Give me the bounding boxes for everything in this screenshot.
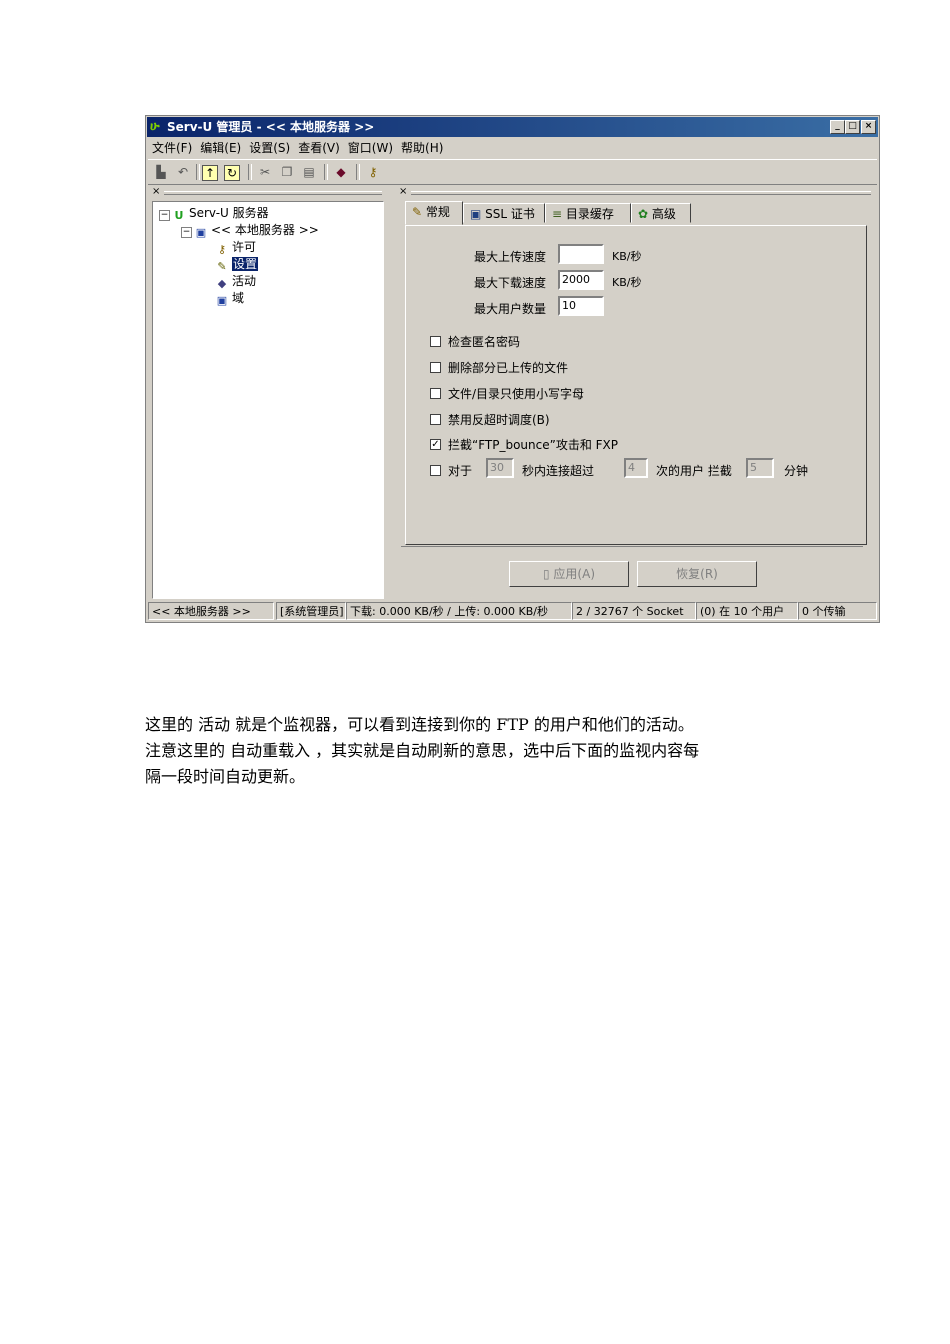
caption-line-3: 隔一段时间自动更新。 — [145, 767, 306, 786]
tab-dir-cache[interactable]: ≡ 目录缓存 — [545, 203, 631, 223]
delete-partial-label: 删除部分已上传的文件 — [448, 361, 569, 375]
tree-root[interactable]: − U Serv-U 服务器 — [159, 205, 269, 222]
max-upload-label: 最大上传速度 — [474, 250, 547, 264]
lowercase-checkbox[interactable] — [430, 388, 441, 399]
block-bounce-checkbox[interactable]: ✓ — [430, 439, 441, 450]
general-panel: 最大上传速度 KB/秒 最大下载速度 2000 KB/秒 最大用户数量 10 检… — [405, 225, 867, 545]
times-text: 次的用户 拦截 — [656, 464, 732, 478]
collapse-icon[interactable]: − — [181, 227, 192, 238]
status-users: (0) 在 10 个用户 — [696, 602, 798, 620]
tree-item-settings[interactable]: ✎ 设置 — [215, 256, 259, 273]
disable-anti-timeout-label: 禁用反超时调度(B) — [448, 413, 550, 427]
serv-u-logo-icon: U — [174, 209, 184, 222]
domain-icon: ▣ — [216, 294, 228, 307]
paste-icon[interactable]: ▤ — [300, 163, 318, 181]
tree-item-domain[interactable]: ▣ 域 — [215, 290, 244, 307]
menu-bar: 文件(F) 编辑(E) 设置(S) 查看(V) 窗口(W) 帮助(H) — [148, 138, 877, 158]
max-download-unit: KB/秒 — [612, 276, 642, 289]
activity-icon: ◆ — [217, 277, 227, 290]
seconds-input[interactable]: 30 — [486, 458, 514, 478]
toolbar: ▙ ↶ ↑ ↻ ✂ ❐ ▤ ◆ ⚷ — [148, 159, 877, 185]
tab-ssl[interactable]: ▣ SSL 证书 — [463, 203, 545, 223]
close-button[interactable]: × — [861, 120, 876, 134]
undo-icon[interactable]: ↶ — [174, 163, 192, 181]
menu-settings[interactable]: 设置(S) — [249, 141, 290, 155]
disable-anti-timeout-checkbox[interactable] — [430, 414, 441, 425]
left-pane-close-icon[interactable]: × — [152, 187, 160, 197]
status-transfers: 0 个传输 — [798, 602, 877, 620]
minutes-text: 分钟 — [784, 464, 809, 478]
lowercase-label: 文件/目录只使用小写字母 — [448, 387, 585, 401]
collapse-icon[interactable]: − — [159, 210, 170, 221]
status-speed: 下载: 0.000 KB/秒 / 上传: 0.000 KB/秒 — [346, 602, 572, 620]
block-flood-checkbox[interactable] — [430, 465, 441, 476]
check-anon-checkbox[interactable] — [430, 336, 441, 347]
tree-item-license[interactable]: ⚷ 许可 — [215, 239, 256, 256]
computer-icon: ▣ — [195, 226, 207, 239]
menu-view[interactable]: 查看(V) — [298, 141, 340, 155]
cache-icon: ≡ — [552, 207, 566, 221]
settings-icon: ✎ — [217, 260, 227, 273]
serv-u-window: ሁ Serv-U 管理员 - << 本地服务器 >> _ □ × 文件(F) 编辑… — [145, 115, 880, 623]
status-admin: [系统管理员] — [276, 602, 346, 620]
tab-general[interactable]: ✎ 常规 — [405, 201, 463, 225]
delete-partial-checkbox[interactable] — [430, 362, 441, 373]
certificate-icon: ▣ — [470, 207, 486, 221]
right-pane-close-icon[interactable]: × — [399, 187, 407, 197]
title-bar: ሁ Serv-U 管理员 - << 本地服务器 >> _ □ × — [147, 117, 878, 137]
caption-line-2: 注意这里的 自动重载入 ，其实就是自动刷新的意思，选中后下面的监视内容每 — [145, 741, 700, 760]
minutes-input[interactable]: 5 — [746, 458, 774, 478]
key-icon: ⚷ — [217, 243, 227, 256]
check-anon-label: 检查匿名密码 — [448, 335, 521, 349]
tree-item-activity[interactable]: ◆ 活动 — [215, 273, 256, 290]
up-folder-icon[interactable]: ↑ — [202, 165, 218, 181]
status-bar: << 本地服务器 >> [系统管理员] 下载: 0.000 KB/秒 / 上传:… — [148, 601, 877, 621]
apply-button[interactable]: ▯ 应用(A) — [509, 561, 629, 587]
max-upload-input[interactable] — [558, 244, 604, 264]
menu-window[interactable]: 窗口(W) — [348, 141, 393, 155]
pencil-icon: ✎ — [412, 205, 426, 219]
seconds-text: 秒内连接超过 — [522, 464, 595, 478]
block-bounce-label: 拦截“FTP_bounce”攻击和 FXP — [448, 438, 619, 452]
times-input[interactable]: 4 — [624, 458, 648, 478]
server-tree: − U Serv-U 服务器 − ▣ << 本地服务器 >> ⚷ 许可 ✎ 设置 ◆ 活动 ▣… — [152, 201, 384, 599]
help-icon[interactable]: ⚷ — [364, 163, 382, 181]
max-download-input[interactable]: 2000 — [558, 270, 604, 290]
minimize-button[interactable]: _ — [830, 120, 845, 134]
save-icon[interactable]: ▙ — [152, 163, 170, 181]
menu-help[interactable]: 帮助(H) — [401, 141, 443, 155]
restore-button[interactable]: 恢复(R) — [637, 561, 757, 587]
serv-u-logo-icon: ሁ — [150, 119, 160, 134]
status-sockets: 2 / 32767 个 Socket — [572, 602, 696, 620]
caption-line-1: 这里的 活动 就是个监视器，可以看到连接到你的 FTP 的用户和他们的活动。 — [145, 715, 694, 734]
cut-icon[interactable]: ✂ — [256, 163, 274, 181]
button-row: ▯ 应用(A) 恢复(R) — [401, 546, 863, 593]
max-upload-unit: KB/秒 — [612, 250, 642, 263]
window-title: Serv-U 管理员 - << 本地服务器 >> — [167, 120, 375, 134]
refresh-icon[interactable]: ↻ — [224, 165, 240, 181]
max-users-label: 最大用户数量 — [474, 302, 547, 316]
max-users-input[interactable]: 10 — [558, 296, 604, 316]
maximize-button[interactable]: □ — [845, 120, 860, 134]
advanced-icon: ✿ — [638, 207, 652, 221]
copy-icon[interactable]: ❐ — [278, 163, 296, 181]
book-icon[interactable]: ◆ — [332, 163, 350, 181]
menu-file[interactable]: 文件(F) — [152, 141, 192, 155]
tree-server[interactable]: − ▣ << 本地服务器 >> — [181, 222, 319, 239]
save-icon: ▯ — [543, 567, 554, 581]
max-download-label: 最大下载速度 — [474, 276, 547, 290]
menu-edit[interactable]: 编辑(E) — [200, 141, 241, 155]
settings-pane: ✎ 常规 ▣ SSL 证书 ≡ 目录缓存 ✿ 高级 最大上传速度 KB/秒 最大… — [391, 201, 869, 597]
tab-advanced[interactable]: ✿ 高级 — [631, 203, 691, 223]
block-flood-label: 对于 — [448, 464, 473, 478]
status-server: << 本地服务器 >> — [148, 602, 274, 620]
caption-text: 这里的 活动 就是个监视器，可以看到连接到你的 FTP 的用户和他们的活动。 注… — [145, 712, 825, 790]
